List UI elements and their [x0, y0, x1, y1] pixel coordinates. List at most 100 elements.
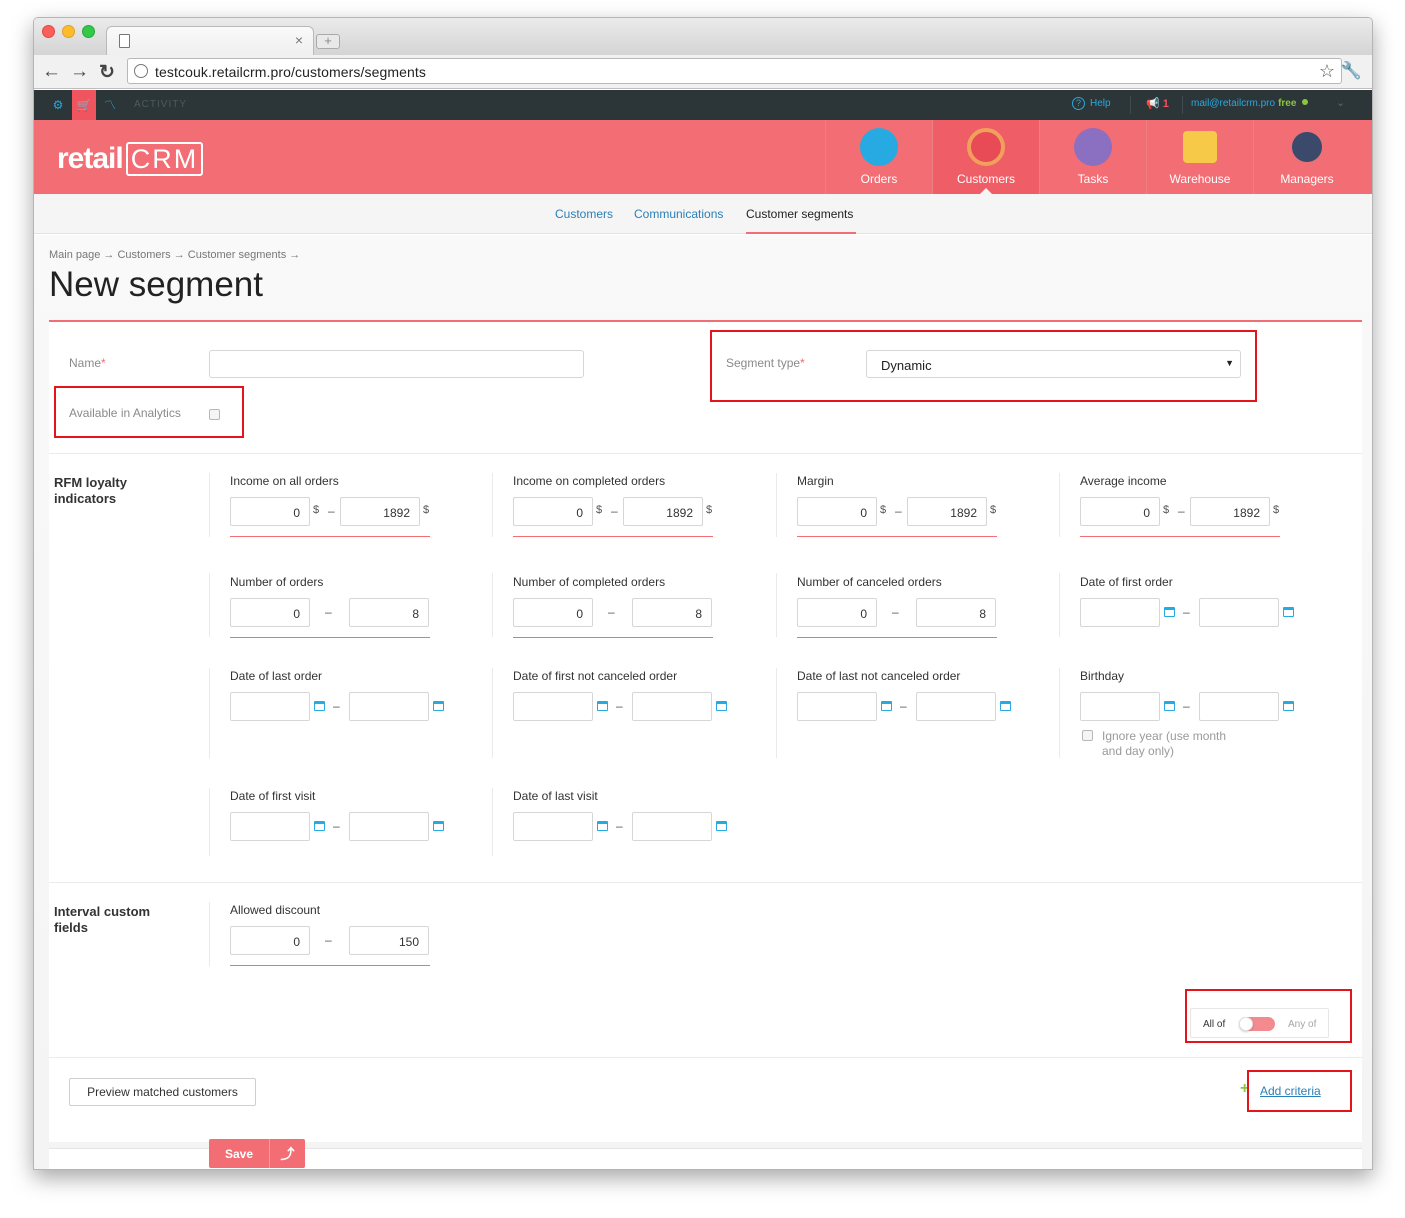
num-completed-to-input[interactable]: 8 [632, 598, 712, 627]
range-dash: – [325, 933, 332, 947]
column-separator [776, 573, 777, 637]
currency-symbol: $ [596, 504, 603, 516]
date-last-order-to-input[interactable] [349, 692, 429, 721]
date-last-order-label: Date of last order [230, 669, 323, 683]
column-separator [776, 668, 777, 758]
date-last-visit-from-input[interactable] [513, 812, 593, 841]
calendar-icon[interactable] [881, 701, 892, 711]
column-separator [209, 668, 210, 758]
currency-symbol: $ [313, 504, 320, 516]
calendar-icon[interactable] [1000, 701, 1011, 711]
allowed-discount-label: Allowed discount [230, 903, 321, 917]
interval-section-title: Interval custom fields [54, 904, 151, 935]
num-orders-to-input[interactable]: 8 [349, 598, 429, 627]
avg-income-from-input[interactable]: 0 [1080, 497, 1160, 526]
field-underline [797, 637, 997, 638]
section-divider [49, 1057, 1362, 1058]
currency-symbol: $ [706, 504, 713, 516]
avg-income-to-input[interactable]: 1892 [1190, 497, 1270, 526]
date-first-order-to-input[interactable] [1199, 598, 1279, 627]
num-canceled-from-input[interactable]: 0 [797, 598, 877, 627]
birthday-from-input[interactable] [1080, 692, 1160, 721]
date-first-visit-label: Date of first visit [230, 789, 316, 803]
calendar-icon[interactable] [716, 701, 727, 711]
income-completed-from-input[interactable]: 0 [513, 497, 593, 526]
calendar-icon[interactable] [433, 821, 444, 831]
margin-from-input[interactable]: 0 [797, 497, 877, 526]
column-separator [492, 788, 493, 856]
num-canceled-to-input[interactable]: 8 [916, 598, 996, 627]
range-dash: – [611, 504, 618, 518]
highlight-analytics [54, 386, 244, 438]
range-dash: – [333, 819, 340, 833]
num-orders-label: Number of orders [230, 575, 324, 589]
field-underline [230, 965, 430, 966]
allowed-discount-from-input[interactable]: 0 [230, 926, 310, 955]
income-completed-to-input[interactable]: 1892 [623, 497, 703, 526]
avg-income-label: Average income [1080, 474, 1167, 488]
ignore-year-checkbox[interactable] [1082, 730, 1093, 741]
income-all-from-input[interactable]: 0 [230, 497, 310, 526]
date-first-order-from-input[interactable] [1080, 598, 1160, 627]
name-input[interactable] [209, 350, 584, 378]
date-last-visit-to-input[interactable] [632, 812, 712, 841]
range-dash: – [1183, 699, 1190, 713]
birthday-to-input[interactable] [1199, 692, 1279, 721]
calendar-icon[interactable] [1283, 701, 1294, 711]
currency-symbol: $ [423, 504, 430, 516]
date-last-not-canceled-to-input[interactable] [916, 692, 996, 721]
range-dash: – [895, 504, 902, 518]
date-first-order-label: Date of first order [1080, 575, 1173, 589]
calendar-icon[interactable] [433, 701, 444, 711]
column-separator [209, 788, 210, 856]
date-first-not-canceled-to-input[interactable] [632, 692, 712, 721]
range-dash: – [1183, 605, 1190, 619]
rfm-section-title: RFM loyalty indicators [54, 475, 127, 506]
currency-symbol: $ [1273, 504, 1280, 516]
num-orders-from-input[interactable]: 0 [230, 598, 310, 627]
section-divider [49, 882, 1362, 883]
calendar-icon[interactable] [1164, 701, 1175, 711]
save-and-exit-icon[interactable]: ⤴ [270, 1144, 305, 1164]
field-underline [230, 637, 430, 638]
column-separator [1059, 473, 1060, 537]
margin-to-input[interactable]: 1892 [907, 497, 987, 526]
column-separator [209, 473, 210, 537]
save-button[interactable]: Save ⤴ [209, 1139, 305, 1168]
date-first-visit-to-input[interactable] [349, 812, 429, 841]
calendar-icon[interactable] [716, 821, 727, 831]
allowed-discount-to-input[interactable]: 150 [349, 926, 429, 955]
section-divider [49, 453, 1362, 454]
name-label: Name* [69, 356, 106, 370]
calendar-icon[interactable] [314, 701, 325, 711]
date-last-not-canceled-from-input[interactable] [797, 692, 877, 721]
date-last-order-from-input[interactable] [230, 692, 310, 721]
calendar-icon[interactable] [597, 821, 608, 831]
column-separator [1059, 668, 1060, 758]
column-separator [209, 902, 210, 966]
column-separator [209, 573, 210, 637]
calendar-icon[interactable] [1283, 607, 1294, 617]
range-dash: – [616, 699, 623, 713]
ignore-year-label: Ignore year (use month and day only) [1102, 729, 1227, 758]
num-completed-from-input[interactable]: 0 [513, 598, 593, 627]
range-dash: – [1178, 504, 1185, 518]
date-first-visit-from-input[interactable] [230, 812, 310, 841]
calendar-icon[interactable] [597, 701, 608, 711]
income-completed-label: Income on completed orders [513, 474, 666, 488]
num-canceled-label: Number of canceled orders [797, 575, 942, 589]
segment-form: Name* Segment type* Dynamic ▼ Available … [34, 18, 1372, 1169]
date-first-not-canceled-from-input[interactable] [513, 692, 593, 721]
field-underline [513, 536, 713, 537]
income-all-label: Income on all orders [230, 474, 339, 488]
num-completed-label: Number of completed orders [513, 575, 666, 589]
calendar-icon[interactable] [1164, 607, 1175, 617]
range-dash: – [616, 819, 623, 833]
range-dash: – [900, 699, 907, 713]
date-first-not-canceled-label: Date of first not canceled order [513, 669, 678, 683]
margin-label: Margin [797, 474, 834, 488]
range-dash: – [325, 605, 332, 619]
income-all-to-input[interactable]: 1892 [340, 497, 420, 526]
preview-matched-customers-button[interactable]: Preview matched customers [69, 1078, 256, 1106]
calendar-icon[interactable] [314, 821, 325, 831]
